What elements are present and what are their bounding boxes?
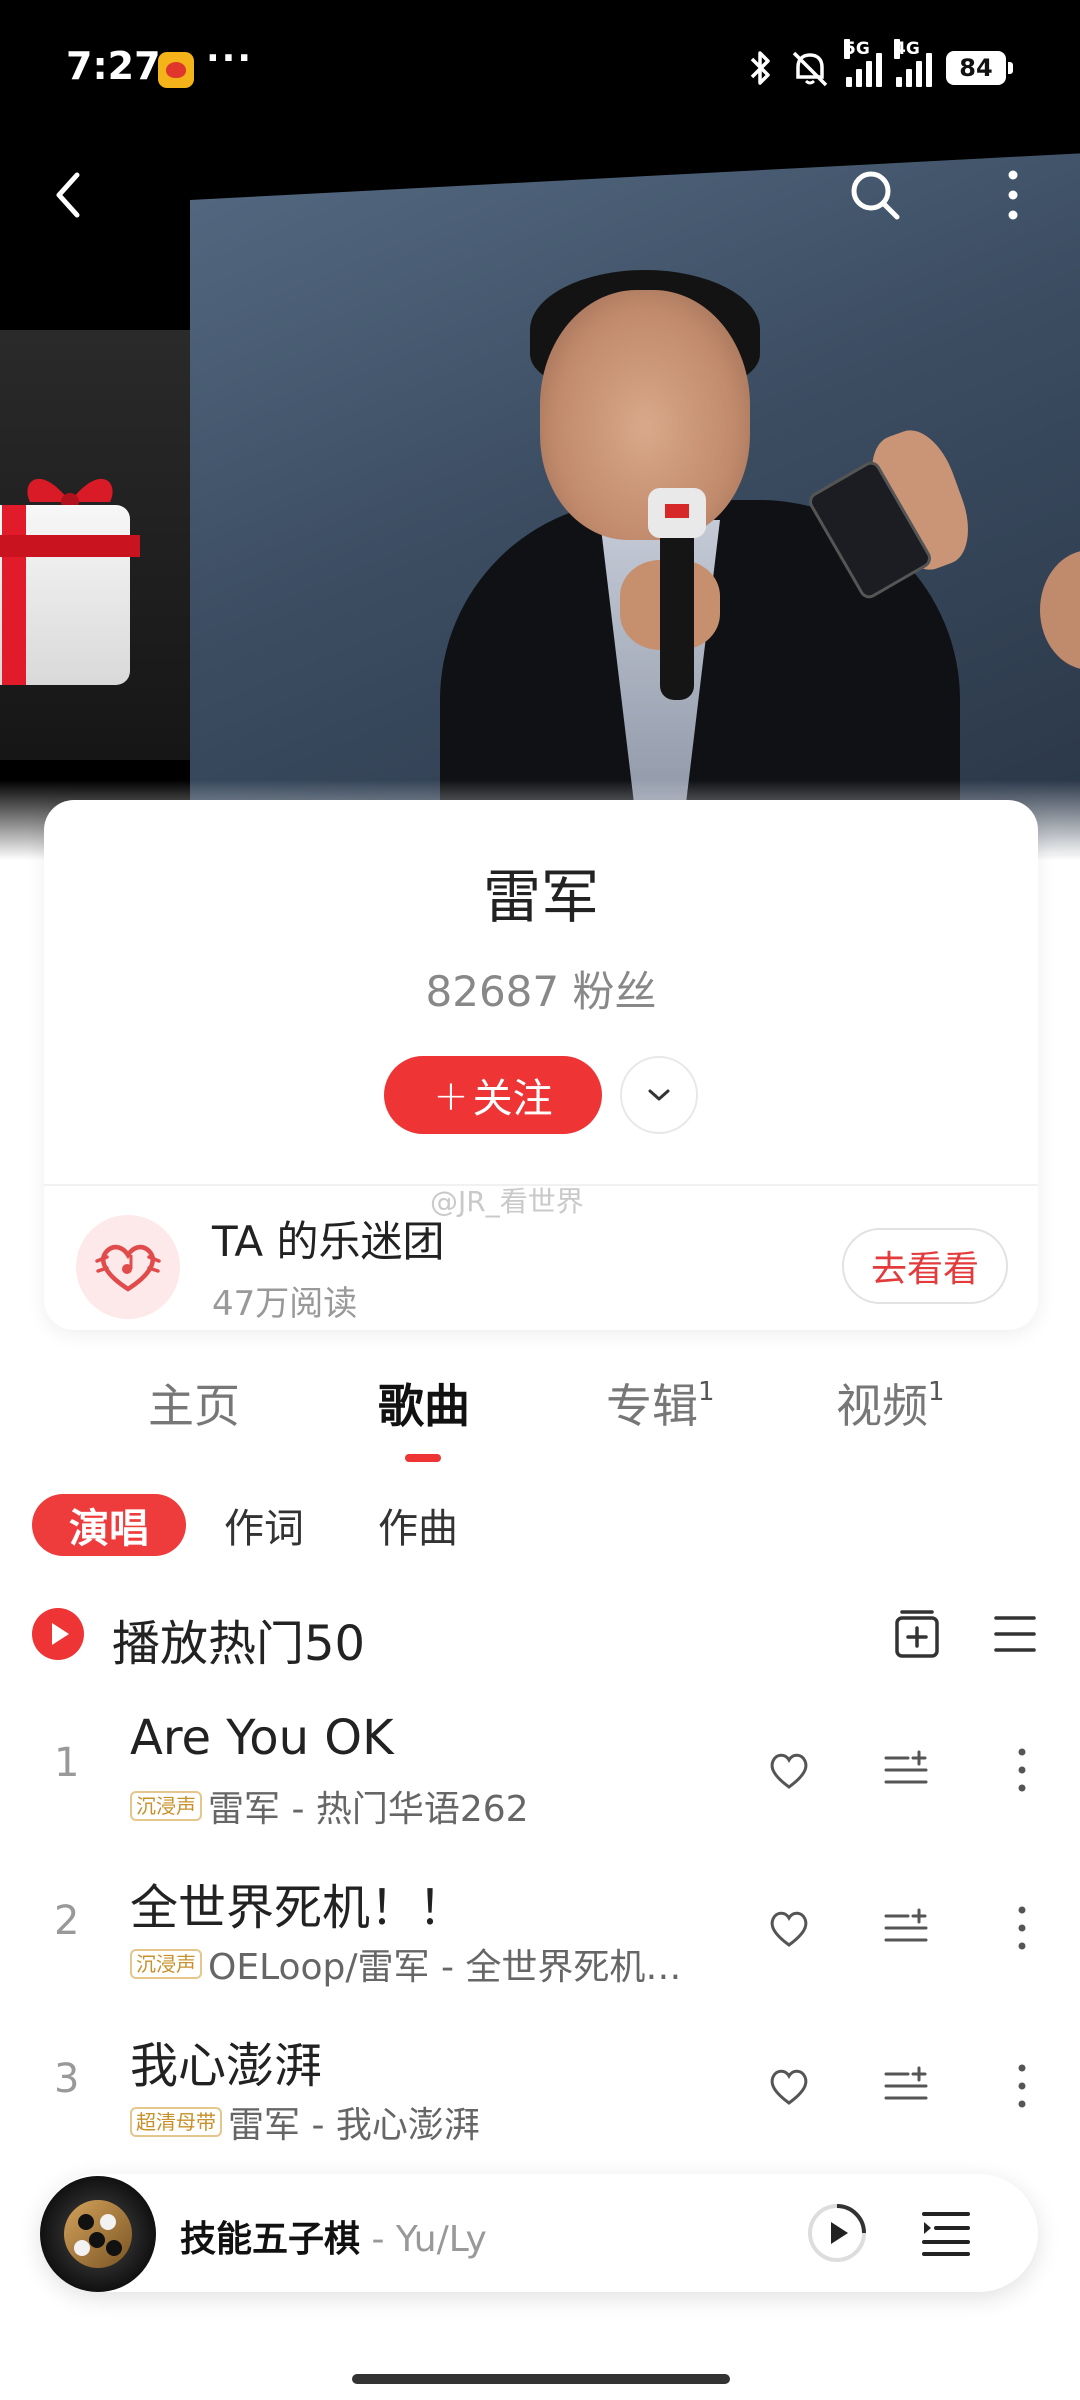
more-vertical-icon[interactable] [1012, 1904, 1032, 1952]
search-button[interactable] [840, 160, 910, 230]
filter-lyrics[interactable]: 作词 [216, 1494, 312, 1556]
artist-name: 雷军 [482, 863, 599, 931]
now-playing-separator: - [360, 2219, 396, 2260]
heart-icon[interactable] [766, 1906, 812, 1950]
song-title: Are You OK [130, 1710, 394, 1766]
status-more-icon: ··· [206, 38, 254, 79]
song-index: 1 [54, 1740, 80, 1786]
song-subtitle: 沉浸声 OELoop/雷军 - 全世界死机… [130, 1938, 681, 1990]
tab-home[interactable]: 主页 [148, 1370, 240, 1436]
add-to-queue-icon[interactable] [882, 2066, 930, 2106]
watermark: @JR_看世界 [430, 1185, 584, 1218]
album-cover-disc[interactable] [40, 2176, 156, 2292]
add-to-queue-icon[interactable] [882, 1908, 930, 1948]
add-to-queue-icon[interactable] [882, 1750, 930, 1790]
tab-videos[interactable]: 视频1 [836, 1370, 945, 1436]
audio-quality-badge: 沉浸声 [130, 1791, 202, 1821]
back-button[interactable] [34, 160, 104, 230]
more-vertical-icon [1008, 170, 1018, 220]
song-row[interactable]: 2 全世界死机！！ 沉浸声 OELoop/雷军 - 全世界死机… [0, 1858, 1080, 2008]
playlist-queue-icon[interactable] [920, 2208, 972, 2258]
network-4g-label: 4G [894, 39, 920, 59]
chevron-down-icon [648, 1089, 670, 1101]
more-vertical-icon[interactable] [1012, 2062, 1032, 2110]
tab-albums[interactable]: 专辑1 [606, 1370, 715, 1436]
fan-club-reads: 47万阅读 [212, 1284, 358, 1324]
song-meta: 雷军 - 热门华语262 [208, 1789, 529, 1830]
follow-label: 关注 [472, 1076, 553, 1122]
audio-quality-badge: 超清母带 [130, 2107, 222, 2137]
add-to-playlist-icon[interactable] [892, 1608, 942, 1660]
battery-icon: 84 [946, 51, 1013, 85]
tab-videos-label: 视频 [836, 1379, 928, 1433]
mute-bell-icon [792, 51, 828, 87]
album-cover-art [64, 2200, 132, 2268]
tab-albums-label: 专辑 [606, 1379, 698, 1433]
now-playing-artist: Yu/Ly [395, 2219, 487, 2260]
tab-home-label: 主页 [148, 1379, 240, 1433]
filter-compose[interactable]: 作曲 [370, 1494, 466, 1556]
fan-club-title[interactable]: TA 的乐迷团 [212, 1208, 444, 1269]
song-row[interactable]: 1 Are You OK 沉浸声 雷军 - 热门华语262 [0, 1700, 1080, 1850]
tab-songs[interactable]: 歌曲 [378, 1370, 470, 1436]
more-options-button[interactable] [978, 160, 1048, 230]
weibo-notification-icon [158, 52, 194, 88]
play-all-icon[interactable] [32, 1608, 84, 1660]
tab-albums-count: 1 [698, 1376, 715, 1407]
play-hot-bar: 播放热门50 [0, 1600, 1080, 1672]
active-tab-indicator [405, 1454, 441, 1462]
home-indicator[interactable] [352, 2374, 730, 2384]
fans-count: 82687 粉丝 [425, 967, 657, 1016]
song-title: 全世界死机！！ [130, 1880, 467, 1936]
filter-sing[interactable]: 演唱 [32, 1494, 186, 1556]
heart-icon[interactable] [766, 2064, 812, 2108]
tab-videos-count: 1 [928, 1376, 945, 1407]
mini-player[interactable]: 技能五子棋 - Yu/Ly [40, 2174, 1038, 2292]
bluetooth-icon [750, 51, 770, 85]
expand-recommend-button[interactable] [620, 1056, 698, 1134]
fan-club-heart-icon [76, 1215, 180, 1319]
now-playing-title: 技能五子棋 - Yu/Ly [180, 2210, 487, 2262]
play-button-icon[interactable] [806, 2202, 868, 2264]
tab-songs-label: 歌曲 [378, 1379, 470, 1433]
song-row[interactable]: 3 我心澎湃 超清母带 雷军 - 我心澎湃 [0, 2016, 1080, 2166]
chevron-left-icon [56, 172, 80, 218]
song-meta: 雷军 - 我心澎湃 [228, 2105, 480, 2146]
follow-button[interactable]: + 关注 [384, 1056, 602, 1134]
status-bar: 7:27 ··· 5G 4G 84 [0, 0, 1080, 140]
song-index: 2 [54, 1898, 80, 1944]
person-head [540, 290, 750, 540]
song-title: 我心澎湃 [130, 2038, 323, 2094]
signal-4g-icon: 4G [894, 39, 932, 87]
song-role-filter: 演唱 作词 作曲 [0, 1490, 1080, 1560]
multi-select-list-icon[interactable] [990, 1612, 1040, 1656]
song-index: 3 [54, 2056, 80, 2102]
microphone-head [648, 488, 706, 538]
song-subtitle: 沉浸声 雷军 - 热门华语262 [130, 1780, 529, 1832]
go-see-button[interactable]: 去看看 [842, 1228, 1008, 1304]
play-hot-label[interactable]: 播放热门50 [112, 1604, 365, 1674]
plus-icon: + [433, 1070, 469, 1120]
status-time: 7:27 [66, 44, 161, 88]
gift-box-image [0, 505, 140, 685]
now-playing-song: 技能五子棋 [180, 2219, 361, 2260]
status-indicators: 5G 4G 84 [746, 39, 1013, 90]
artist-info-card: 雷军 82687 粉丝 + 关注 TA 的乐迷团 47万阅读 去看看 [44, 800, 1038, 1330]
song-subtitle: 超清母带 雷军 - 我心澎湃 [130, 2096, 480, 2148]
audio-quality-badge: 沉浸声 [130, 1949, 202, 1979]
more-vertical-icon[interactable] [1012, 1746, 1032, 1794]
signal-5g-icon: 5G [844, 39, 882, 87]
song-meta: OELoop/雷军 - 全世界死机… [208, 1947, 682, 1988]
search-icon [851, 171, 900, 220]
heart-icon[interactable] [766, 1748, 812, 1792]
network-5g-label: 5G [844, 39, 870, 59]
artist-tabs: 主页 歌曲 专辑1 视频1 [0, 1370, 1080, 1480]
